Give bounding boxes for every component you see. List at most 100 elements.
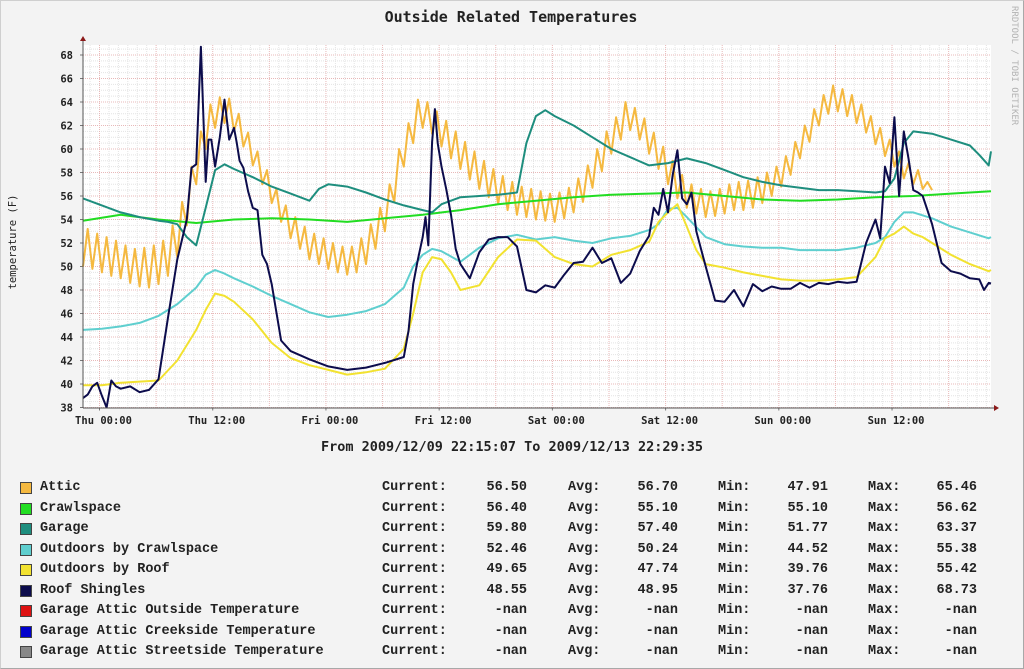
chart-title: Outside Related Temperatures	[385, 8, 638, 26]
legend-max-label: Max:	[868, 562, 901, 577]
legend-avg-value: -nan	[645, 623, 678, 639]
y-tick-label: 56	[60, 191, 73, 203]
x-tick-label: Thu 12:00	[188, 415, 245, 427]
legend-row: Attic Current: 56.50 Avg: 56.70 Min: 47.91 Max:…	[20, 478, 1010, 499]
legend-swatch-icon	[20, 605, 32, 617]
legend-max-value: 63.37	[936, 521, 977, 536]
legend-min-label: Min:	[718, 541, 751, 557]
y-tick-label: 52	[60, 238, 73, 250]
legend-series-name: Garage Attic Outside Temperature	[40, 603, 300, 618]
legend-max-value: 55.38	[936, 541, 977, 557]
legend-series-name: Outdoors by Roof	[40, 562, 170, 577]
legend-avg-label: Avg:	[568, 623, 601, 639]
legend-max-value: 68.73	[936, 582, 977, 598]
y-tick-label: 42	[60, 356, 73, 368]
legend-max-value: -nan	[944, 623, 977, 639]
legend-swatch-icon	[20, 482, 32, 494]
legend-min-value: 51.77	[787, 521, 828, 536]
x-tick-label: Fri 00:00	[301, 415, 358, 427]
legend-current-label: Current:	[382, 480, 447, 495]
y-tick-label: 50	[60, 262, 73, 274]
legend-current-value: -nan	[494, 603, 527, 618]
y-tick-label: 58	[60, 168, 73, 180]
legend-row: Garage Attic Streetside Temperature Curre…	[20, 642, 1010, 663]
legend-row: Roof Shingles Current: 48.55 Avg: 48.95 Min: 3…	[20, 581, 1010, 602]
legend-max-label: Max:	[868, 541, 901, 557]
legend-max-label: Max:	[868, 582, 901, 598]
y-tick-label: 68	[60, 50, 73, 62]
legend-min-value: 47.91	[787, 480, 828, 495]
legend-avg-value: 56.70	[637, 480, 678, 495]
rrdtool-watermark: RRDTOOL / TOBI OETIKER	[1009, 6, 1019, 126]
legend-avg-label: Avg:	[568, 603, 601, 618]
chart: Outside Related Temperatures temperature…	[7, 6, 1019, 455]
legend-current-value: 49.65	[486, 562, 527, 577]
legend-current-label: Current:	[382, 582, 447, 598]
legend-series-name: Garage	[40, 521, 89, 536]
legend-current-label: Current:	[382, 541, 447, 557]
legend-row: Garage Current: 59.80 Avg: 57.40 Min: 51.77 Max…	[20, 519, 1010, 540]
y-tick-label: 48	[60, 285, 73, 297]
legend-series-name: Garage Attic Creekside Temperature	[40, 623, 316, 639]
legend-avg-label: Avg:	[568, 541, 601, 557]
legend-current-label: Current:	[382, 521, 447, 536]
x-tick-label: Sun 12:00	[868, 415, 925, 427]
legend-current-value: 56.40	[486, 500, 527, 516]
time-range: From 2009/12/09 22:15:07 To 2009/12/13 2…	[321, 439, 703, 455]
legend-row: Garage Attic Outside Temperature Current:…	[20, 601, 1010, 622]
legend-min-label: Min:	[718, 500, 751, 516]
legend-max-value: 56.62	[936, 500, 977, 516]
x-tick-label: Sat 12:00	[641, 415, 698, 427]
legend-min-label: Min:	[718, 582, 751, 598]
y-tick-label: 62	[60, 121, 73, 133]
legend-avg-value: 48.95	[637, 582, 678, 598]
y-tick-label: 64	[60, 97, 73, 109]
legend-min-value: 37.76	[787, 582, 828, 598]
legend-current-value: 59.80	[486, 521, 527, 536]
legend-min-value: -nan	[795, 623, 828, 639]
legend-avg-value: -nan	[645, 644, 678, 659]
legend-min-label: Min:	[718, 562, 751, 577]
legend-row: Outdoors by Crawlspace Current: 52.46 Avg: 5…	[20, 540, 1010, 561]
x-tick-label: Thu 00:00	[75, 415, 132, 427]
legend-series-name: Crawlspace	[40, 500, 122, 516]
legend-swatch-icon	[20, 625, 32, 638]
y-tick-label: 46	[60, 309, 73, 321]
legend-min-label: Min:	[718, 644, 751, 659]
legend-avg-value: 47.74	[637, 562, 678, 577]
legend-swatch-icon	[20, 646, 32, 658]
legend-max-value: -nan	[944, 603, 977, 618]
legend-row: Garage Attic Creekside Temperature Curren…	[20, 622, 1010, 643]
legend-min-label: Min:	[718, 603, 751, 618]
legend-max-value: 65.46	[936, 480, 977, 495]
legend-swatch-icon	[20, 584, 32, 597]
y-tick-label: 38	[60, 403, 73, 415]
legend-current-label: Current:	[382, 562, 447, 577]
legend-avg-label: Avg:	[568, 582, 601, 598]
legend-max-label: Max:	[868, 603, 901, 618]
legend-avg-value: 57.40	[637, 521, 678, 536]
x-axis-arrow-icon	[994, 405, 999, 411]
legend-current-label: Current:	[382, 603, 447, 618]
legend-series-name: Roof Shingles	[40, 582, 146, 598]
legend-min-label: Min:	[718, 480, 751, 495]
legend-row: Crawlspace Current: 56.40 Avg: 55.10 Min: 55.1…	[20, 499, 1010, 520]
legend-avg-label: Avg:	[568, 521, 601, 536]
legend-current-label: Current:	[382, 644, 447, 659]
legend-current-value: 48.55	[486, 582, 527, 598]
legend-min-value: 55.10	[787, 500, 828, 516]
legend-avg-label: Avg:	[568, 480, 601, 495]
legend-min-value: 39.76	[787, 562, 828, 577]
legend-max-label: Max:	[868, 521, 901, 536]
legend-avg-value: 50.24	[637, 541, 678, 557]
y-tick-label: 44	[60, 332, 73, 344]
legend-min-label: Min:	[718, 623, 751, 639]
legend-swatch-icon	[20, 564, 32, 576]
legend-avg-label: Avg:	[568, 644, 601, 659]
y-tick-label: 66	[60, 74, 73, 86]
legend-series-name: Attic	[40, 480, 81, 495]
legend-series-name: Outdoors by Crawlspace	[40, 541, 219, 557]
legend-max-label: Max:	[868, 623, 901, 639]
legend-max-label: Max:	[868, 644, 901, 659]
y-tick-label: 40	[60, 379, 73, 391]
